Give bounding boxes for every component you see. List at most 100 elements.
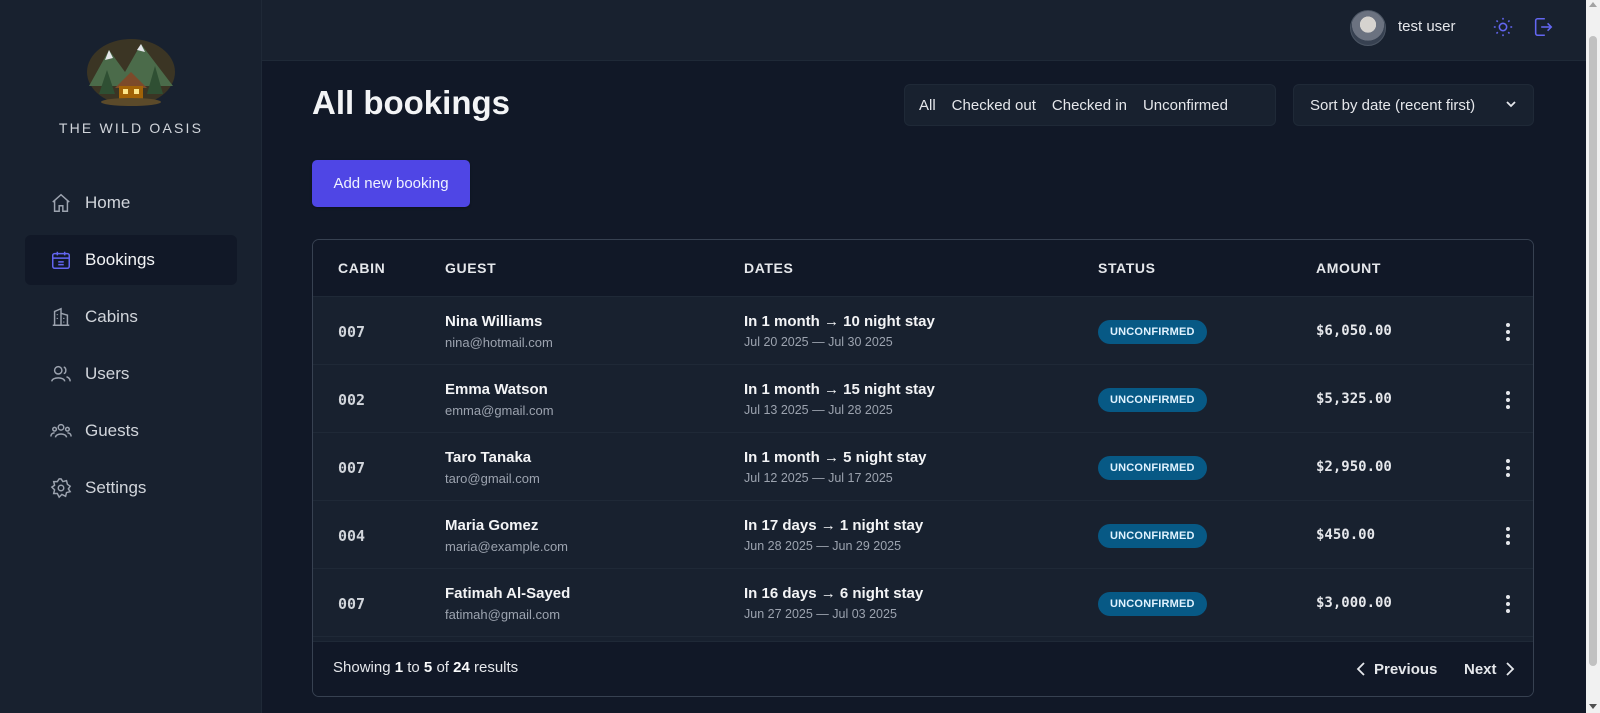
date-range: Jul 13 2025 — Jul 28 2025 (744, 403, 893, 417)
dates-cell: In 1 month → 15 night stay Jul 13 2025 —… (744, 381, 935, 417)
chevron-right-icon (1505, 662, 1514, 676)
cabin-number: 007 (338, 459, 366, 477)
column-header-status: STATUS (1098, 260, 1156, 276)
cabin-number: 004 (338, 527, 366, 545)
table-row: 007 Nina Williams nina@hotmail.com In 1 … (313, 297, 1533, 365)
showing-prefix: Showing (333, 659, 391, 676)
calendar-icon (49, 248, 73, 272)
avatar[interactable] (1350, 10, 1386, 46)
status-badge: UNCONFIRMED (1098, 320, 1207, 344)
guest-name: Emma Watson (445, 381, 548, 398)
table-row: 007 Taro Tanaka taro@gmail.com In 1 mont… (313, 433, 1533, 501)
guest-cell: Maria Gomez maria@example.com (445, 517, 568, 554)
sidebar-item-cabins[interactable]: Cabins (25, 292, 237, 342)
cabin-number: 007 (338, 323, 366, 341)
stay-summary: In 16 days → 6 night stay (744, 585, 924, 602)
row-menu-button[interactable] (1498, 457, 1518, 479)
row-menu-button[interactable] (1498, 321, 1518, 343)
scrollbar-thumb[interactable] (1589, 36, 1597, 666)
results-total: 24 (453, 659, 470, 676)
sidebar-item-label: Bookings (85, 250, 155, 269)
previous-label: Previous (1374, 660, 1438, 678)
filter-all-button[interactable]: All (911, 91, 944, 120)
guest-cell: Nina Williams nina@hotmail.com (445, 313, 553, 350)
guest-email: emma@gmail.com (445, 403, 554, 418)
filter-checked-out-button[interactable]: Checked out (944, 91, 1044, 120)
status-badge: UNCONFIRMED (1098, 592, 1207, 616)
date-range: Jun 28 2025 — Jun 29 2025 (744, 539, 902, 553)
results-summary: Showing 1 to 5 of 24 results (333, 659, 518, 676)
guest-email: taro@gmail.com (445, 471, 540, 486)
table-row: 007 Fatimah Al-Sayed fatimah@gmail.com I… (313, 569, 1533, 637)
dates-cell: In 17 days → 1 night stay Jun 28 2025 — … (744, 517, 923, 553)
sidebar-item-settings[interactable]: Settings (25, 463, 237, 513)
scroll-up-arrow-icon[interactable] (1589, 2, 1597, 7)
page-scrollbar[interactable] (1586, 0, 1600, 713)
user-group-icon (49, 419, 73, 443)
brand-name: THE WILD OASIS (58, 120, 204, 136)
sidebar-item-home[interactable]: Home (25, 178, 237, 228)
sidebar-item-label: Settings (85, 478, 147, 497)
more-vertical-icon (1506, 391, 1510, 409)
more-vertical-icon (1506, 323, 1510, 341)
scroll-down-arrow-icon[interactable] (1589, 704, 1597, 709)
of-word: of (436, 659, 449, 676)
cabin-number: 007 (338, 595, 366, 613)
amount: $2,950.00 (1316, 459, 1392, 475)
sidebar-item-bookings[interactable]: Bookings (25, 235, 237, 285)
more-vertical-icon (1506, 459, 1510, 477)
row-menu-button[interactable] (1498, 389, 1518, 411)
sort-select[interactable]: Sort by date (recent first) (1293, 84, 1534, 126)
results-to: 5 (423, 659, 433, 676)
sidebar-item-users[interactable]: Users (25, 349, 237, 399)
guest-cell: Taro Tanaka taro@gmail.com (445, 449, 540, 486)
users-icon (49, 362, 73, 386)
page-title: All bookings (312, 84, 510, 121)
more-vertical-icon (1506, 527, 1510, 545)
bookings-table: CABIN GUEST DATES STATUS AMOUNT 007 Nina… (312, 239, 1534, 697)
stay-summary: In 17 days → 1 night stay (744, 517, 924, 534)
date-range: Jun 27 2025 — Jul 03 2025 (744, 607, 897, 621)
guest-cell: Fatimah Al-Sayed fatimah@gmail.com (445, 585, 570, 622)
logout-button[interactable] (1531, 17, 1555, 41)
next-page-button[interactable]: Next (1464, 656, 1515, 682)
filter-checked-in-button[interactable]: Checked in (1044, 91, 1135, 120)
table-row: 002 Emma Watson emma@gmail.com In 1 mont… (313, 365, 1533, 433)
previous-page-button[interactable]: Previous (1356, 656, 1437, 682)
theme-toggle-button[interactable] (1491, 17, 1515, 41)
column-header-amount: AMOUNT (1316, 260, 1382, 276)
stay-summary: In 1 month → 10 night stay (744, 313, 935, 330)
amount: $6,050.00 (1316, 323, 1392, 339)
table-footer: Showing 1 to 5 of 24 results Previous Ne… (313, 641, 1533, 696)
cabin-number: 002 (338, 391, 366, 409)
amount: $450.00 (1316, 527, 1376, 543)
next-label: Next (1464, 660, 1497, 678)
logo-image (87, 39, 175, 106)
row-menu-button[interactable] (1498, 593, 1518, 615)
sidebar-item-label: Users (85, 364, 130, 383)
guest-name: Nina Williams (445, 313, 543, 330)
home-icon (49, 191, 73, 215)
add-booking-button[interactable]: Add new booking (312, 160, 470, 207)
sun-icon (1492, 16, 1514, 42)
gear-icon (49, 476, 73, 500)
table-row: 004 Maria Gomez maria@example.com In 17 … (313, 501, 1533, 569)
filter-unconfirmed-button[interactable]: Unconfirmed (1135, 91, 1236, 120)
row-menu-button[interactable] (1498, 525, 1518, 547)
top-header (262, 0, 1586, 61)
results-suffix: results (473, 659, 519, 676)
guest-name: Maria Gomez (445, 517, 539, 534)
column-header-guest: GUEST (445, 260, 497, 276)
guest-name: Taro Tanaka (445, 449, 532, 466)
guest-name: Fatimah Al-Sayed (445, 585, 571, 602)
sidebar-item-guests[interactable]: Guests (25, 406, 237, 456)
chevron-down-icon (1505, 97, 1517, 114)
amount: $3,000.00 (1316, 595, 1392, 611)
dates-cell: In 16 days → 6 night stay Jun 27 2025 — … (744, 585, 923, 621)
table-header: CABIN GUEST DATES STATUS AMOUNT (313, 240, 1533, 297)
date-range: Jul 20 2025 — Jul 30 2025 (744, 335, 893, 349)
sidebar-item-label: Cabins (85, 307, 138, 326)
status-badge: UNCONFIRMED (1098, 524, 1207, 548)
guest-email: nina@hotmail.com (445, 335, 553, 350)
more-vertical-icon (1506, 595, 1510, 613)
